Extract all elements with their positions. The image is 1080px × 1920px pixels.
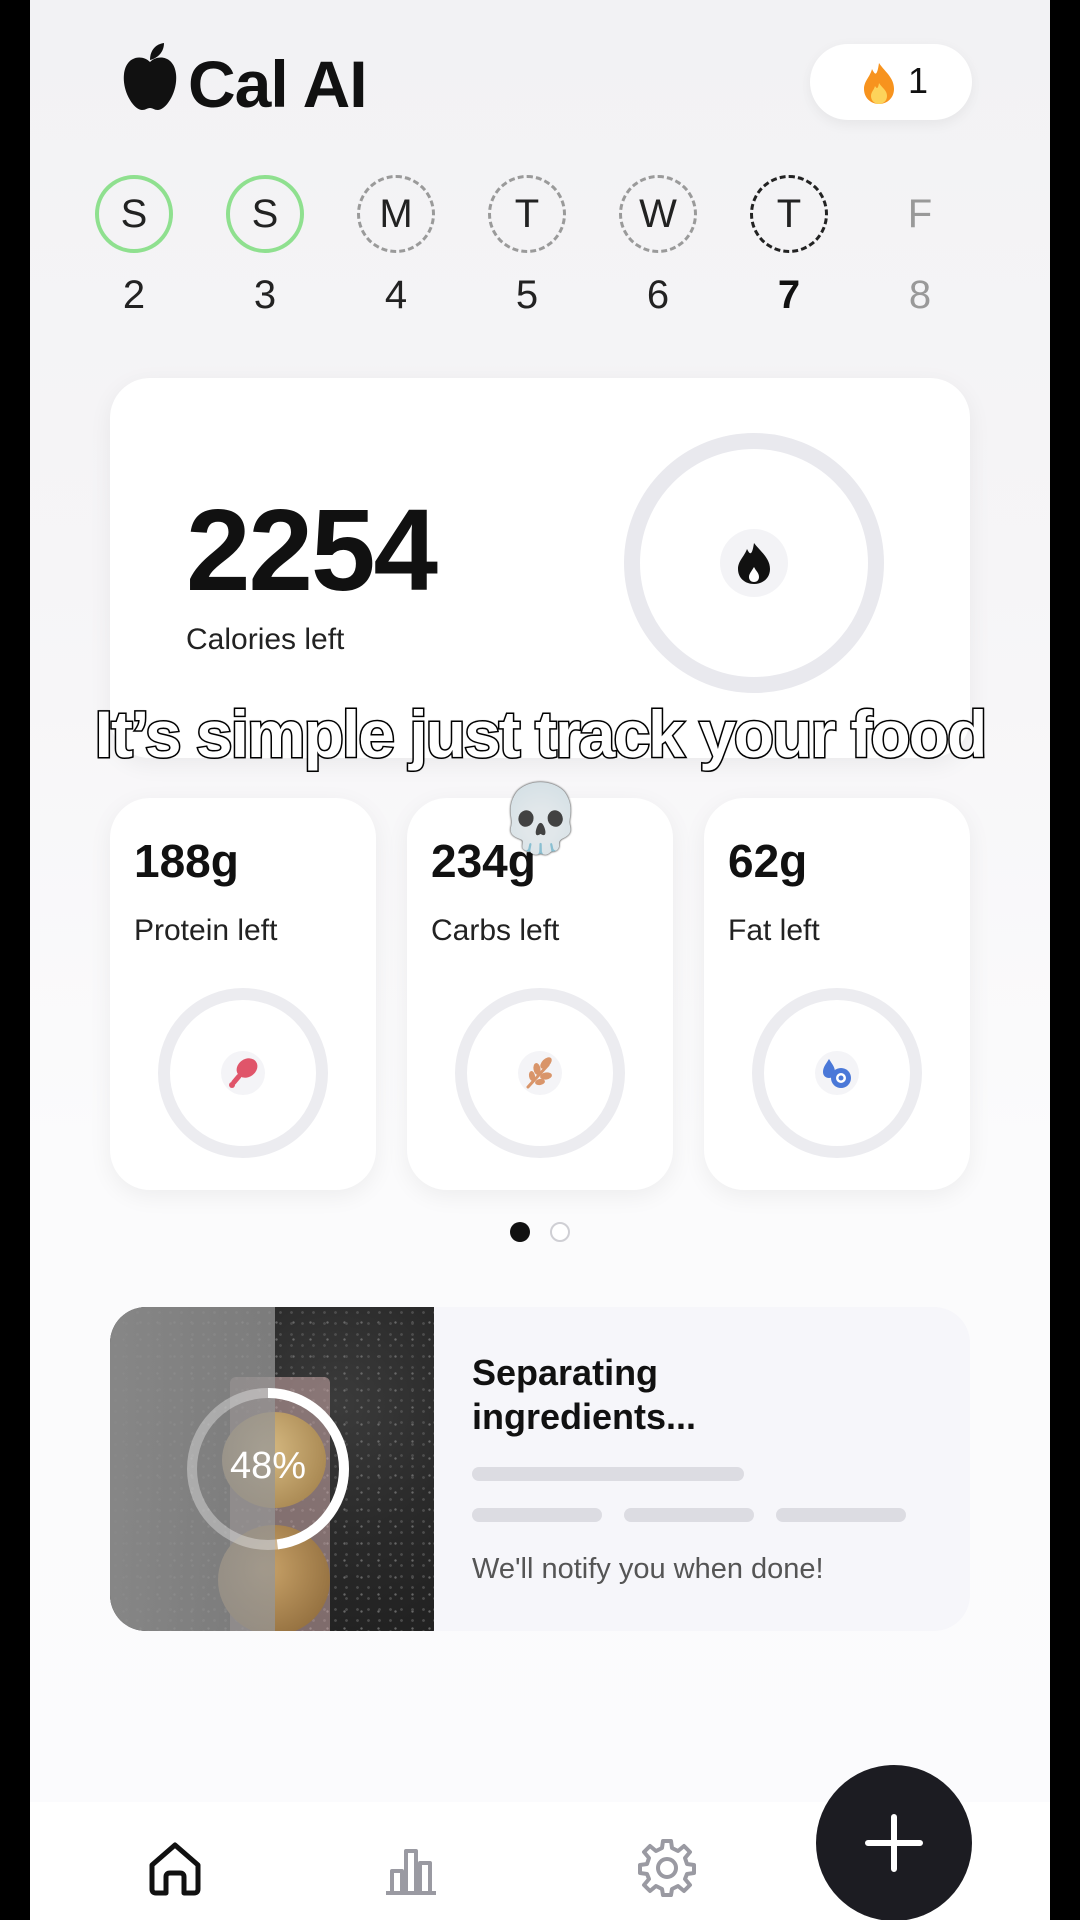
food-analysis-card[interactable]: 48% Separating ingredients... We'll noti… <box>110 1307 970 1631</box>
app-title: Cal AI <box>188 47 368 121</box>
week-day[interactable]: T5 <box>485 175 569 318</box>
week-day-letter: W <box>619 175 697 253</box>
week-day[interactable]: S2 <box>92 175 176 318</box>
week-day-date: 3 <box>253 273 277 317</box>
week-day-date: 6 <box>646 273 670 317</box>
caption-text: It’s simple just track your food <box>93 696 989 773</box>
analysis-status-title: Separating ingredients... <box>472 1352 697 1437</box>
skeleton-bar <box>472 1508 602 1522</box>
week-day-date: 5 <box>515 273 539 317</box>
calories-left-label: Calories left <box>186 623 345 656</box>
settings-icon[interactable] <box>634 1835 700 1901</box>
week-day[interactable]: F8 <box>878 175 962 318</box>
week-day-letter: M <box>357 175 435 253</box>
streak-count: 1 <box>908 60 929 101</box>
calories-ring <box>624 433 884 693</box>
home-icon[interactable] <box>142 1835 208 1901</box>
week-day-date: 2 <box>122 273 146 317</box>
apple-logo-icon <box>123 43 177 110</box>
skull-emoji: 💀 <box>499 781 582 855</box>
week-day-date: 4 <box>384 273 408 317</box>
week-day-letter: S <box>226 175 304 253</box>
carbs-label: Carbs left <box>431 914 560 947</box>
week-day-date: 7 <box>777 273 801 317</box>
flame-icon <box>864 63 894 104</box>
video-caption: It’s simple just track your food 💀 <box>70 692 1010 860</box>
add-food-button[interactable] <box>816 1765 972 1920</box>
phone-screen: Cal AI 1 S2S3M4T5W6T7F8 2254 Calories le… <box>30 0 1050 1920</box>
food-photo: 48% <box>110 1307 434 1631</box>
analysis-note: We'll notify you when done! <box>472 1553 824 1585</box>
pager-dots <box>510 1222 570 1244</box>
calories-left-value: 2254 <box>186 485 438 615</box>
week-day[interactable]: S3 <box>223 175 307 318</box>
oil-drop-icon <box>823 1059 851 1088</box>
analytics-icon[interactable] <box>378 1835 444 1901</box>
week-day[interactable]: M4 <box>354 175 438 318</box>
wheat-icon <box>526 1057 552 1089</box>
skeleton-bar <box>624 1508 754 1522</box>
pager-dot[interactable] <box>550 1222 570 1242</box>
week-day-letter: S <box>95 175 173 253</box>
week-day[interactable]: W6 <box>616 175 700 318</box>
streak-badge[interactable]: 1 <box>810 44 972 120</box>
week-day-letter: F <box>907 191 933 236</box>
plus-icon <box>865 1814 923 1872</box>
week-day-letter: T <box>488 175 566 253</box>
skeleton-bar <box>776 1508 906 1522</box>
skeleton-bar <box>472 1467 744 1481</box>
fat-ring <box>752 988 922 1158</box>
protein-ring <box>158 988 328 1158</box>
pager-dot-active[interactable] <box>510 1222 530 1242</box>
week-day[interactable]: T7 <box>747 175 831 318</box>
carbs-ring <box>455 988 625 1158</box>
week-day-letter: T <box>750 175 828 253</box>
analysis-progress-percent: 48% <box>229 1445 307 1487</box>
flame-icon <box>738 543 770 584</box>
week-day-date: 8 <box>908 273 932 317</box>
fat-label: Fat left <box>728 914 820 947</box>
drumstick-icon <box>229 1058 258 1088</box>
protein-label: Protein left <box>134 914 278 947</box>
